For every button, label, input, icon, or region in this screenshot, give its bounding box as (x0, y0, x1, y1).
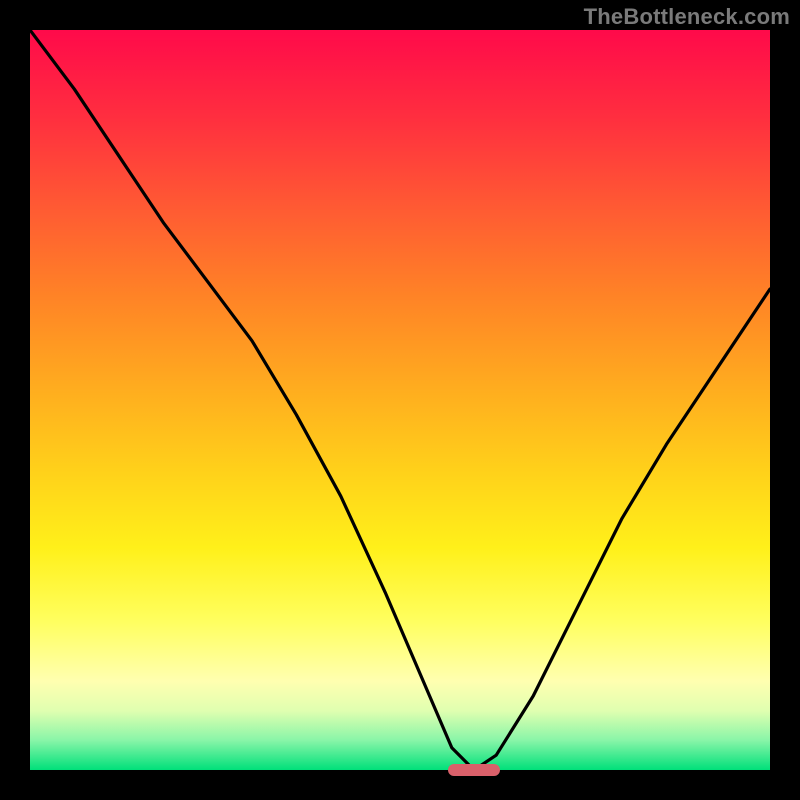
bottleneck-curve (30, 30, 770, 770)
chart-frame: TheBottleneck.com (0, 0, 800, 800)
watermark-text: TheBottleneck.com (584, 4, 790, 30)
chart-plot-area (30, 30, 770, 770)
optimal-marker (448, 764, 500, 776)
curve-path (30, 30, 770, 770)
